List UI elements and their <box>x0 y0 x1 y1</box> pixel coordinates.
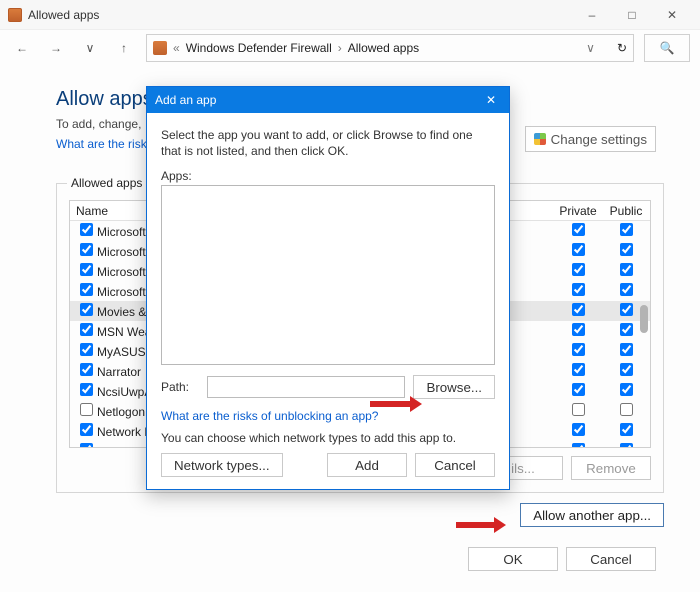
row-enable-checkbox[interactable] <box>80 263 93 276</box>
chevron-right-icon: › <box>338 41 342 55</box>
col-private[interactable]: Private <box>554 204 602 218</box>
row-public-checkbox[interactable] <box>620 283 633 296</box>
risks-link[interactable]: What are the risk <box>56 137 147 151</box>
add-button[interactable]: Add <box>327 453 407 477</box>
refresh-icon[interactable]: ↻ <box>617 41 627 55</box>
row-name: News <box>97 445 127 448</box>
window-titlebar: Allowed apps – □ ✕ <box>0 0 700 30</box>
up-button[interactable]: ↑ <box>112 36 136 60</box>
apps-listbox[interactable] <box>161 185 495 365</box>
col-public[interactable]: Public <box>602 204 650 218</box>
breadcrumb-leaf[interactable]: Allowed apps <box>348 41 419 55</box>
network-types-button[interactable]: Network types... <box>161 453 283 477</box>
row-name: Narrator <box>97 365 141 379</box>
row-enable-checkbox[interactable] <box>80 423 93 436</box>
row-public-checkbox[interactable] <box>620 423 633 436</box>
row-private-checkbox[interactable] <box>572 283 585 296</box>
dialog-title: Add an app <box>155 93 216 107</box>
browse-button[interactable]: Browse... <box>413 375 495 399</box>
row-private-checkbox[interactable] <box>572 423 585 436</box>
row-public-checkbox[interactable] <box>620 323 633 336</box>
allow-another-app-button[interactable]: Allow another app... <box>520 503 664 527</box>
window-title: Allowed apps <box>28 8 99 22</box>
recent-button[interactable]: ∨ <box>78 36 102 60</box>
row-public-checkbox[interactable] <box>620 263 633 276</box>
row-enable-checkbox[interactable] <box>80 363 93 376</box>
row-enable-checkbox[interactable] <box>80 383 93 396</box>
nav-row: ← → ∨ ↑ « Windows Defender Firewall › Al… <box>0 30 700 66</box>
row-enable-checkbox[interactable] <box>80 323 93 336</box>
row-private-checkbox[interactable] <box>572 243 585 256</box>
scrollbar-thumb[interactable] <box>640 305 648 333</box>
group-label: Allowed apps a <box>67 176 156 190</box>
address-bar[interactable]: « Windows Defender Firewall › Allowed ap… <box>146 34 634 62</box>
search-icon: 🔍 <box>660 41 675 55</box>
row-private-checkbox[interactable] <box>572 363 585 376</box>
remove-button[interactable]: Remove <box>571 456 651 480</box>
unblock-risks-link[interactable]: What are the risks of unblocking an app? <box>161 409 495 423</box>
footer-button-row: OK Cancel <box>0 537 700 571</box>
breadcrumb-root[interactable]: Windows Defender Firewall <box>186 41 332 55</box>
row-private-checkbox[interactable] <box>572 263 585 276</box>
row-name: MyASUS <box>97 345 146 359</box>
row-enable-checkbox[interactable] <box>80 303 93 316</box>
search-box[interactable]: 🔍 <box>644 34 690 62</box>
close-window-button[interactable]: ✕ <box>652 0 692 30</box>
change-settings-button[interactable]: Change settings <box>525 126 656 152</box>
row-enable-checkbox[interactable] <box>80 443 93 448</box>
row-public-checkbox[interactable] <box>620 443 633 448</box>
row-private-checkbox[interactable] <box>572 383 585 396</box>
row-private-checkbox[interactable] <box>572 403 585 416</box>
row-enable-checkbox[interactable] <box>80 243 93 256</box>
cancel-button[interactable]: Cancel <box>566 547 656 571</box>
row-private-checkbox[interactable] <box>572 343 585 356</box>
row-enable-checkbox[interactable] <box>80 283 93 296</box>
choose-network-text: You can choose which network types to ad… <box>161 431 495 445</box>
row-private-checkbox[interactable] <box>572 223 585 236</box>
chevron-left-icon: « <box>173 41 180 55</box>
row-public-checkbox[interactable] <box>620 363 633 376</box>
dialog-titlebar[interactable]: Add an app ✕ <box>147 87 509 113</box>
annotation-arrow <box>456 522 496 528</box>
add-app-dialog: Add an app ✕ Select the app you want to … <box>146 86 510 490</box>
row-public-checkbox[interactable] <box>620 223 633 236</box>
annotation-arrow <box>370 401 412 407</box>
chevron-down-icon[interactable]: ∨ <box>586 41 595 55</box>
row-public-checkbox[interactable] <box>620 383 633 396</box>
row-public-checkbox[interactable] <box>620 243 633 256</box>
row-private-checkbox[interactable] <box>572 443 585 448</box>
firewall-icon <box>8 8 22 22</box>
row-public-checkbox[interactable] <box>620 403 633 416</box>
apps-list-label: Apps: <box>161 169 495 183</box>
row-enable-checkbox[interactable] <box>80 403 93 416</box>
row-private-checkbox[interactable] <box>572 303 585 316</box>
shield-icon <box>534 133 546 145</box>
row-enable-checkbox[interactable] <box>80 223 93 236</box>
row-public-checkbox[interactable] <box>620 303 633 316</box>
dialog-close-button[interactable]: ✕ <box>481 93 501 107</box>
path-input[interactable] <box>207 376 405 398</box>
minimize-button[interactable]: – <box>572 0 612 30</box>
firewall-icon <box>153 41 167 55</box>
change-settings-label: Change settings <box>551 132 647 147</box>
row-public-checkbox[interactable] <box>620 343 633 356</box>
forward-button[interactable]: → <box>44 36 68 60</box>
row-private-checkbox[interactable] <box>572 323 585 336</box>
path-label: Path: <box>161 380 199 394</box>
ok-button[interactable]: OK <box>468 547 558 571</box>
dialog-cancel-button[interactable]: Cancel <box>415 453 495 477</box>
back-button[interactable]: ← <box>10 36 34 60</box>
row-enable-checkbox[interactable] <box>80 343 93 356</box>
dialog-instructions: Select the app you want to add, or click… <box>161 127 495 159</box>
maximize-button[interactable]: □ <box>612 0 652 30</box>
